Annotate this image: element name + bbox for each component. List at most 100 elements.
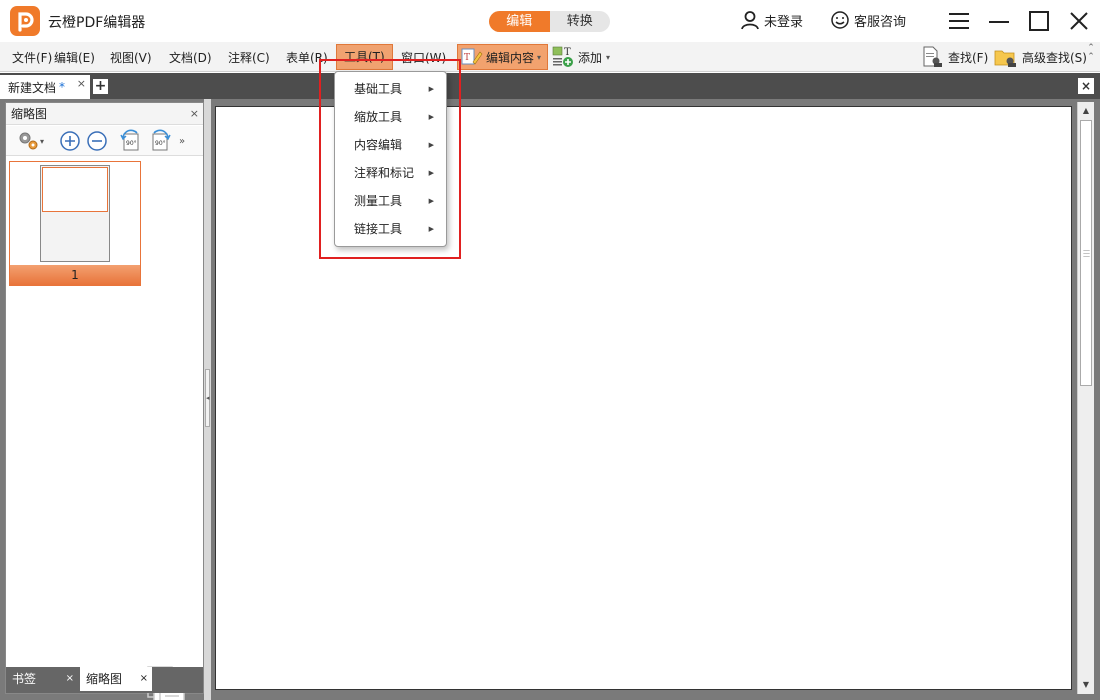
tab-bookmarks[interactable]: 书签 × [6, 667, 78, 691]
vertical-scrollbar[interactable]: ▲ — — — ▼ [1077, 102, 1094, 694]
document-tab[interactable]: 新建文档 * × [0, 75, 90, 99]
menu-file[interactable]: 文件(F) [12, 49, 52, 66]
modified-marker: * [59, 80, 66, 94]
support-label: 客服咨询 [854, 14, 907, 30]
menu-form[interactable]: 表单(R) [286, 49, 328, 66]
add-content-icon: T [552, 46, 573, 67]
tools-menu-basic[interactable]: 基础工具 ▶ [335, 77, 446, 101]
panel-close-icon[interactable]: × [190, 103, 199, 125]
new-tab-button[interactable]: + [93, 79, 108, 94]
thumbnail-panel: 缩略图 × ▾ 90° 90° » 1 书签 × 缩略图 × [5, 102, 204, 700]
mode-toggle: 编辑 转换 [489, 11, 610, 32]
rotate-left-button[interactable]: 90° [118, 129, 144, 152]
tools-menu-link[interactable]: 链接工具 ▶ [335, 217, 446, 241]
chevron-down-icon: ▾ [39, 136, 44, 146]
menu-edit[interactable]: 编辑(E) [54, 49, 95, 66]
menu-document[interactable]: 文档(D) [169, 49, 212, 66]
mode-tab-edit[interactable]: 编辑 [489, 11, 550, 32]
menu-annotate[interactable]: 注释(C) [228, 49, 270, 66]
svg-text:90°: 90° [126, 140, 137, 147]
collapse-panel-icon[interactable]: ◂ [205, 369, 210, 427]
menu-item-label: 注释和标记 [354, 166, 415, 180]
submenu-arrow-icon: ▶ [428, 141, 434, 149]
panel-tab-bar: 书签 × 缩略图 × [6, 667, 203, 693]
support-button[interactable]: 客服咨询 [830, 10, 906, 30]
mode-tab-convert[interactable]: 转换 [550, 11, 611, 32]
document-tab-bar: 新建文档 * × + × [0, 73, 1100, 99]
thumbnail-list: 1 [6, 157, 203, 700]
scroll-down-icon[interactable]: ▼ [1078, 677, 1094, 693]
close-icon [1070, 12, 1088, 30]
scroll-up-icon[interactable]: ▲ [1078, 103, 1094, 119]
more-tools-icon[interactable]: » [176, 130, 188, 152]
find-icon [923, 46, 942, 67]
hamburger-menu-button[interactable] [946, 8, 972, 34]
menu-view[interactable]: 视图(V) [110, 49, 152, 66]
svg-text:90°: 90° [155, 140, 166, 147]
panel-splitter[interactable]: ◂ [204, 99, 211, 700]
submenu-arrow-icon: ▶ [428, 169, 434, 177]
advanced-find-label: 高级查找(S) [1022, 50, 1087, 65]
edit-content-button[interactable]: T 编辑内容 ▾ [457, 44, 548, 70]
menu-item-label: 内容编辑 [354, 138, 403, 152]
app-title: 云橙PDF编辑器 [48, 15, 146, 31]
tab-close-icon[interactable]: × [77, 77, 86, 90]
find-button[interactable]: 查找(F) [922, 44, 988, 70]
minimize-icon [989, 21, 1009, 23]
tools-menu-annotate-markup[interactable]: 注释和标记 ▶ [335, 161, 446, 185]
login-button[interactable]: 未登录 [740, 10, 803, 30]
submenu-arrow-icon: ▶ [428, 225, 434, 233]
thumbnail-preview [40, 165, 110, 262]
zoom-out-button[interactable] [85, 130, 109, 152]
submenu-arrow-icon: ▶ [428, 113, 434, 121]
panel-toolbar: ▾ 90° 90° » [6, 126, 203, 156]
minimize-button[interactable] [986, 8, 1012, 34]
find-label: 查找(F) [948, 50, 989, 65]
add-button[interactable]: T 添加 ▾ [552, 44, 610, 70]
smiley-icon [831, 11, 849, 29]
close-all-tabs-button[interactable]: × [1078, 78, 1094, 94]
zoom-in-icon [60, 131, 80, 151]
submenu-arrow-icon: ▶ [428, 85, 434, 93]
workspace: 缩略图 × ▾ 90° 90° » 1 书签 × 缩略图 × ◂ ▲ — — —… [0, 99, 1100, 700]
svg-text:T: T [564, 47, 571, 58]
rotate-left-icon: 90° [120, 129, 139, 151]
tools-dropdown-menu: 基础工具 ▶ 缩放工具 ▶ 内容编辑 ▶ 注释和标记 ▶ 测量工具 ▶ 链接工具… [334, 71, 447, 247]
tab-close-icon[interactable]: × [140, 667, 148, 691]
menu-window[interactable]: 窗口(W) [401, 49, 446, 66]
scrollbar-thumb[interactable]: — — — [1080, 120, 1092, 386]
menu-item-label: 链接工具 [354, 222, 403, 236]
user-icon [741, 11, 759, 30]
collapse-ribbon-icon[interactable]: ⌃ ⌃ [1086, 44, 1096, 62]
rotate-right-icon: 90° [152, 129, 171, 151]
document-tab-label: 新建文档 [8, 80, 57, 95]
menu-item-label: 测量工具 [354, 194, 403, 208]
tab-thumbnails-label: 缩略图 [86, 672, 123, 686]
advanced-find-button[interactable]: 高级查找(S) [994, 44, 1087, 70]
menu-item-label: 缩放工具 [354, 110, 403, 124]
page-number-label: 1 [10, 265, 140, 285]
title-bar: 云橙PDF编辑器 编辑 转换 未登录 客服咨询 [0, 0, 1100, 42]
settings-dropdown-button[interactable]: ▾ [10, 130, 50, 152]
submenu-arrow-icon: ▶ [428, 197, 434, 205]
edit-content-icon: T [461, 48, 483, 65]
gear-icon [19, 132, 38, 150]
tab-close-icon[interactable]: × [66, 667, 74, 691]
tab-thumbnails[interactable]: 缩略图 × [80, 667, 152, 691]
tools-menu-content-edit[interactable]: 内容编辑 ▶ [335, 133, 446, 157]
tools-menu-measure[interactable]: 测量工具 ▶ [335, 189, 446, 213]
grip-lines-icon: — — — [1083, 246, 1090, 260]
menu-tools[interactable]: 工具(T) [336, 44, 393, 70]
zoom-in-button[interactable] [58, 130, 82, 152]
zoom-out-icon [87, 131, 107, 151]
page-thumbnail[interactable]: 1 [9, 161, 141, 286]
panel-title: 缩略图 [11, 107, 48, 121]
maximize-button[interactable] [1026, 8, 1052, 34]
chevron-down-icon: ▾ [537, 52, 542, 62]
maximize-icon [1029, 11, 1049, 31]
rotate-right-button[interactable]: 90° [147, 129, 173, 152]
tab-bookmarks-label: 书签 [12, 672, 37, 686]
thumbnail-viewport [42, 167, 108, 212]
tools-menu-zoom[interactable]: 缩放工具 ▶ [335, 105, 446, 129]
close-window-button[interactable] [1066, 8, 1092, 34]
